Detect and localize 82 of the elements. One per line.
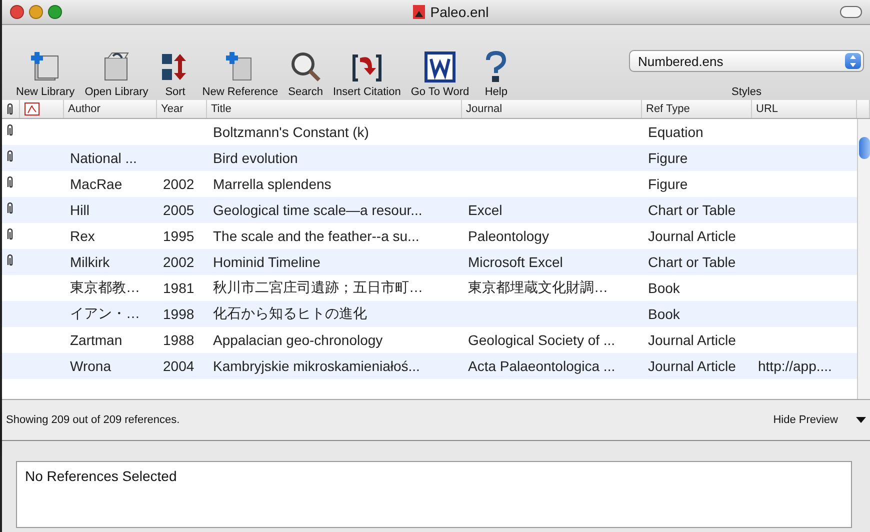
toolbar-button[interactable]: New Library <box>12 50 79 98</box>
table-cell-text: http://app.... <box>757 358 833 374</box>
reference-row[interactable]: Milkirk 2002 Hominid Timeline Microsoft Excel Chart or Table <box>2 249 857 275</box>
toolbar-button[interactable]: Sort <box>154 50 196 98</box>
table-cell-text: 東京都教… <box>69 279 141 297</box>
table-cell-text: Geological time scale—a resour... <box>212 202 424 218</box>
table-cell-text: The scale and the feather--a su... <box>212 228 420 244</box>
table-cell-text: 1995 <box>162 228 196 244</box>
toolbar-button[interactable]: Go To Word <box>406 50 474 98</box>
table-cell-text: Zartman <box>69 332 124 348</box>
word-document-icon <box>422 50 457 84</box>
toolbar-button[interactable]: Insert Citation <box>328 50 405 98</box>
table-cell-text: Microsoft Excel <box>467 254 564 270</box>
toolbar-toggle-button[interactable] <box>840 6 862 18</box>
table-cell-text: Figure <box>647 176 689 192</box>
table-cell-text: Bird evolution <box>212 150 299 166</box>
table-cell-text: MacRae <box>69 176 124 192</box>
table-cell-text: Journal Article <box>647 332 737 348</box>
column-header[interactable]: Ref Type <box>642 100 752 118</box>
table-cell-text: Figure <box>647 150 689 166</box>
preview-panel: No References Selected <box>16 461 852 528</box>
toolbar-button[interactable]: Help <box>475 50 518 98</box>
table-cell-text: Chart or Table <box>647 254 737 270</box>
column-header[interactable]: Author <box>64 100 157 118</box>
table-cell-text: Appalacian geo-chronology <box>212 332 384 348</box>
reference-row[interactable]: Wrona 2004 Kambryjskie mikroskamieniałoś... Acta Palaeontologica ... Journal Article http://app.... <box>2 353 857 379</box>
minimize-button[interactable] <box>29 5 43 19</box>
reference-row[interactable]: National ... Bird evolution Figure <box>2 145 857 171</box>
table-cell-text: 1988 <box>162 332 196 348</box>
table-cell-text: Boltzmann's Constant (k) <box>212 124 370 140</box>
table-cell-text: イアン・… <box>69 305 141 323</box>
reference-row[interactable]: イアン・… 1998 化石から知るヒトの進化 Book <box>2 301 857 327</box>
table-cell-text: Chart or Table <box>647 202 737 218</box>
column-header[interactable]: Year <box>157 100 207 118</box>
table-cell-text: Milkirk <box>69 254 111 270</box>
table-cell-text: 2002 <box>162 176 196 192</box>
table-cell-text: 化石から知るヒトの進化 <box>212 305 368 323</box>
pdf-icon <box>24 102 40 116</box>
table-cell-text: 2002 <box>162 254 196 270</box>
toolbar-button[interactable]: Open Library <box>80 50 152 98</box>
toolbar-button[interactable]: Search <box>284 50 327 98</box>
column-header[interactable]: Title <box>207 100 462 118</box>
table-cell-text: Wrona <box>69 358 112 374</box>
triangle-down-icon <box>856 417 866 423</box>
scroll-thumb[interactable] <box>859 137 870 159</box>
table-cell-text: Book <box>647 280 681 296</box>
table-cell-text: Marrella splendens <box>212 176 332 192</box>
table-cell-text: 1998 <box>162 306 196 322</box>
search-icon <box>288 50 323 84</box>
style-dropdown[interactable]: Numbered.ens <box>629 50 864 72</box>
table-cell-text: Book <box>647 306 681 322</box>
table-cell-text: Rex <box>69 228 96 244</box>
paperclip-icon <box>6 102 14 116</box>
hide-preview-button[interactable]: Hide Preview <box>773 414 866 426</box>
table-cell-text: National ... <box>69 150 138 166</box>
table-cell-text: Acta Palaeontologica ... <box>467 358 616 374</box>
table-cell-text: Journal Article <box>647 228 737 244</box>
document-icon <box>413 5 426 19</box>
table-cell-text: 1981 <box>162 280 196 296</box>
stepper-icon <box>845 53 861 69</box>
table-cell-text: 秋川市二宮庄司遺跡；五日市町… <box>212 279 424 297</box>
table-cell-text: 2005 <box>162 202 196 218</box>
table-cell-text: Excel <box>467 202 504 218</box>
table-cell-text: 東京都埋蔵文化財調… <box>467 279 609 297</box>
toolbar-button[interactable]: New Reference <box>198 50 282 98</box>
status-text: Showing 209 out of 209 references. <box>6 414 180 426</box>
column-header[interactable]: Journal <box>462 100 642 118</box>
table-cell-text: Geological Society of ... <box>467 332 616 348</box>
table-cell-text: Kambryjskie mikroskamieniałoś... <box>212 358 421 374</box>
table-cell-text: 2004 <box>162 358 196 374</box>
window-title: Paleo.enl <box>430 4 489 20</box>
styles-label: Styles <box>732 86 762 98</box>
scrollbar[interactable] <box>857 119 870 399</box>
table-cell-text: Hill <box>69 202 90 218</box>
column-header[interactable]: URL <box>752 100 857 118</box>
table-cell-text: Equation <box>647 124 704 140</box>
table-cell-text: Paleontology <box>467 228 550 244</box>
close-button[interactable] <box>10 5 24 19</box>
zoom-button[interactable] <box>48 5 62 19</box>
table-cell-text: Journal Article <box>647 358 737 374</box>
table-cell-text: Hominid Timeline <box>212 254 322 270</box>
reference-row[interactable]: Hill 2005 Geological time scale—a resour... Excel Chart or Table <box>2 197 857 223</box>
